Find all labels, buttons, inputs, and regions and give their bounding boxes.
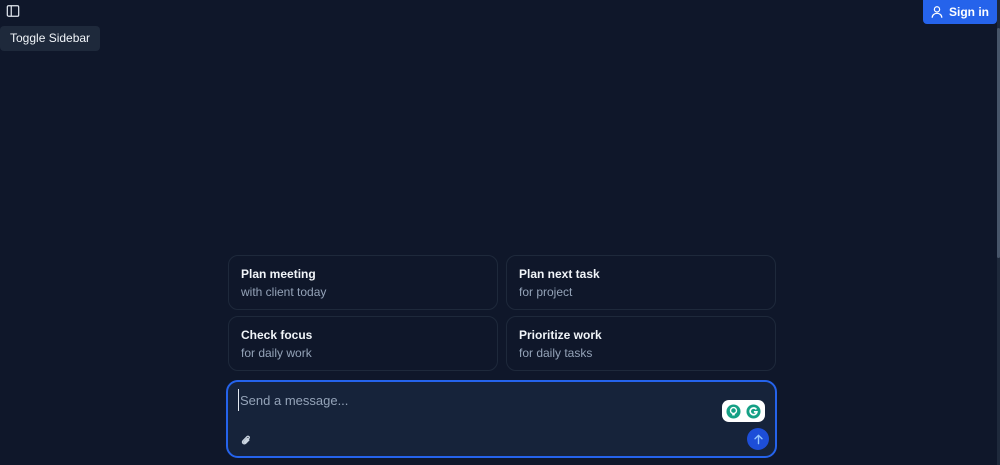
- suggestion-card[interactable]: Check focus for daily work: [228, 316, 498, 371]
- suggestion-subtitle: for daily tasks: [519, 346, 593, 360]
- sign-in-button[interactable]: Sign in: [923, 0, 997, 24]
- suggestion-card[interactable]: Plan meeting with client today: [228, 255, 498, 310]
- grammarly-widget[interactable]: [722, 400, 765, 422]
- suggestion-subtitle: with client today: [241, 285, 327, 299]
- suggestion-title: Check focus: [241, 328, 313, 342]
- suggestion-card[interactable]: Prioritize work for daily tasks: [506, 316, 776, 371]
- app-root: Toggle Sidebar Sign in Plan meeting with…: [0, 0, 1000, 465]
- sidebar-toggle-icon: [6, 5, 20, 17]
- message-input[interactable]: [238, 389, 708, 411]
- attach-button[interactable]: [238, 432, 254, 448]
- grammarly-icon[interactable]: [746, 403, 761, 419]
- paperclip-icon: [241, 435, 250, 444]
- message-composer: [226, 380, 777, 458]
- suggestion-card[interactable]: Plan next task for project: [506, 255, 776, 310]
- suggestion-grid: Plan meeting with client today Plan next…: [228, 255, 776, 371]
- suggestion-subtitle: for daily work: [241, 346, 312, 360]
- lightbulb-icon[interactable]: [726, 403, 741, 419]
- sidebar-toggle-button[interactable]: [0, 0, 26, 22]
- arrow-up-icon: [753, 434, 763, 444]
- suggestion-title: Prioritize work: [519, 328, 602, 342]
- sign-in-label: Sign in: [949, 5, 989, 19]
- user-icon: [931, 6, 943, 18]
- suggestion-subtitle: for project: [519, 285, 573, 299]
- suggestion-title: Plan meeting: [241, 267, 316, 281]
- send-button[interactable]: [747, 428, 769, 450]
- toggle-sidebar-tooltip: Toggle Sidebar: [0, 26, 101, 51]
- suggestion-title: Plan next task: [519, 267, 600, 281]
